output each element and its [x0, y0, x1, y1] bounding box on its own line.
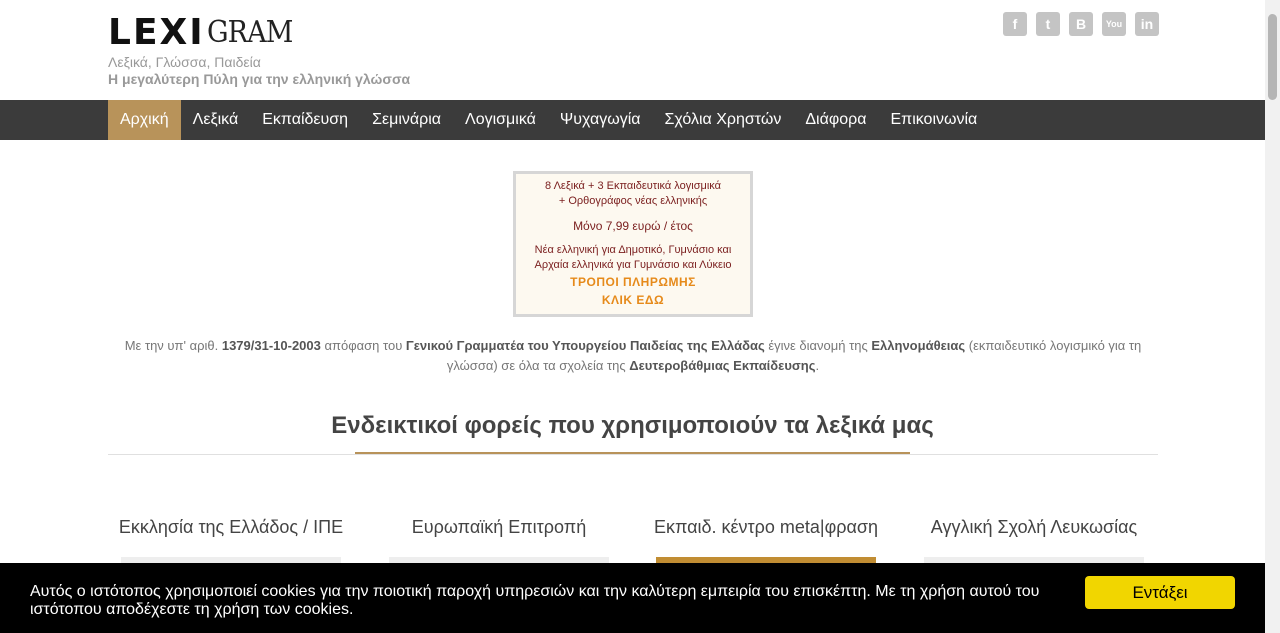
nav-item-contact[interactable]: Επικοινωνία — [878, 100, 989, 140]
org-name: Ευρωπαϊκή Επιτροπή — [411, 517, 587, 537]
banner-click-here: ΚΛΙΚ ΕΔΩ — [601, 293, 665, 307]
nav-item-seminars[interactable]: Σεμινάρια — [360, 100, 453, 140]
org-name: Εκπαιδ. κέντρο meta|φραση — [653, 517, 879, 537]
cookie-message: Αυτός ο ιστότοπος χρησιμοποιεί cookies γ… — [30, 583, 1040, 618]
banner-payment-methods: ΤΡΟΠΟΙ ΠΛΗΡΩΜΗΣ — [570, 275, 696, 289]
site-subtitle: Η μεγαλύτερη Πύλη για την ελληνική γλώσσ… — [108, 71, 411, 87]
decision-product: Ελληνομάθειας — [871, 338, 966, 353]
decision-number: 1379/31-10-2003 — [221, 338, 321, 353]
section-title: Ενδεικτικοί φορείς που χρησιμοποιούν τα … — [331, 412, 934, 439]
site-tagline: Λεξικά, Γλώσσα, Παιδεία — [108, 54, 261, 70]
nav-item-misc[interactable]: Διάφορα — [793, 100, 878, 140]
nav-item-user-comments[interactable]: Σχόλια Χρηστών — [653, 100, 794, 140]
nav-item-dictionaries[interactable]: Λεξικά — [181, 100, 251, 140]
blogger-icon[interactable]: B — [1069, 12, 1093, 36]
section-divider — [108, 454, 1158, 455]
banner-line: + Ορθογράφος νέας ελληνικής — [558, 195, 708, 207]
banner-line: Νέα ελληνική για Δημοτικό, Γυμνάσιο και — [534, 244, 732, 256]
banner-line: Αρχαία ελληνικά για Γυμνάσιο και Λύκειο — [534, 259, 732, 271]
subscription-banner[interactable]: 8 Λεξικά + 3 Εκπαιδευτικά λογισμικά + Ορ… — [513, 171, 753, 317]
scrollbar-thumb[interactable] — [1268, 14, 1277, 100]
decision-authority: Γενικού Γραμματέα του Υπουργείου Παιδεία… — [405, 338, 765, 353]
nav-item-education[interactable]: Εκπαίδευση — [250, 100, 360, 140]
site-logo[interactable]: LEXI GRAM — [108, 12, 302, 53]
org-name: Εκκλησία της Ελλάδος / ΙΠΕ — [118, 517, 344, 537]
banner-line: 8 Λεξικά + 3 Εκπαιδευτικά λογισμικά — [545, 180, 721, 192]
org-name: Αγγλική Σχολή Λευκωσίας — [930, 517, 1138, 537]
linkedin-icon[interactable]: in — [1135, 12, 1159, 36]
section-title-underline — [355, 452, 910, 454]
nav-item-entertainment[interactable]: Ψυχαγωγία — [548, 100, 653, 140]
decision-level: Δευτεροβάθμιας Εκπαίδευσης — [629, 358, 816, 373]
decision-text: . — [815, 358, 820, 373]
page-scrollbar[interactable] — [1265, 0, 1280, 633]
nav-item-software[interactable]: Λογισμικά — [453, 100, 548, 140]
site-header: LEXI GRAM Λεξικά, Γλώσσα, Παιδεία Η μεγα… — [0, 0, 1280, 100]
facebook-icon[interactable]: f — [1003, 12, 1027, 36]
logo-bold-text: LEXI — [108, 12, 205, 53]
banner-price: Μόνο 7,99 ευρώ / έτος — [573, 219, 693, 233]
decision-text: Με την υπ' αριθ. — [124, 338, 222, 353]
cookie-accept-button[interactable]: Εντάξει — [1085, 576, 1235, 609]
cookie-banner: Αυτός ο ιστότοπος χρησιμοποιεί cookies γ… — [0, 563, 1265, 633]
twitter-icon[interactable]: t — [1036, 12, 1060, 36]
nav-item-home[interactable]: Αρχική — [108, 100, 181, 140]
youtube-icon[interactable]: You — [1102, 12, 1126, 36]
decision-text: απόφαση του — [320, 338, 406, 353]
social-links: f t B You in — [1003, 12, 1159, 36]
decision-text: έγινε διανομή της — [764, 338, 872, 353]
decision-notice: Με την υπ' αριθ. 1379/31-10-2003 απόφαση… — [108, 336, 1158, 376]
main-navigation: Αρχική Λεξικά Εκπαίδευση Σεμινάρια Λογισ… — [0, 100, 1280, 140]
logo-thin-text: GRAM — [206, 15, 293, 50]
